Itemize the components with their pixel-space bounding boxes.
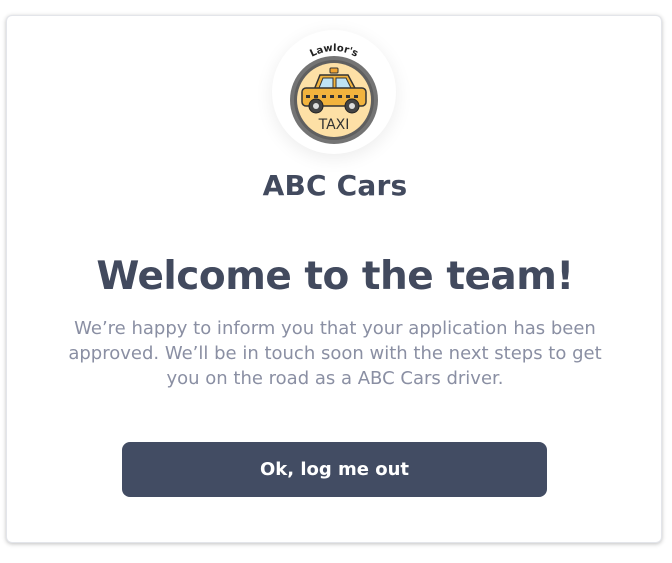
welcome-card: Lawlor's TAXI ABC Cars Welcome to the te… (6, 15, 662, 543)
company-logo: Lawlor's TAXI (272, 30, 396, 154)
approval-message: We’re happy to inform you that your appl… (68, 318, 602, 389)
taxi-icon: Lawlor's TAXI (290, 43, 378, 144)
company-name: ABC Cars (262, 169, 408, 202)
page-title: Welcome to the team! (96, 254, 574, 299)
logout-button[interactable]: Ok, log me out (122, 442, 547, 497)
logo-badge-text: TAXI (318, 117, 350, 133)
